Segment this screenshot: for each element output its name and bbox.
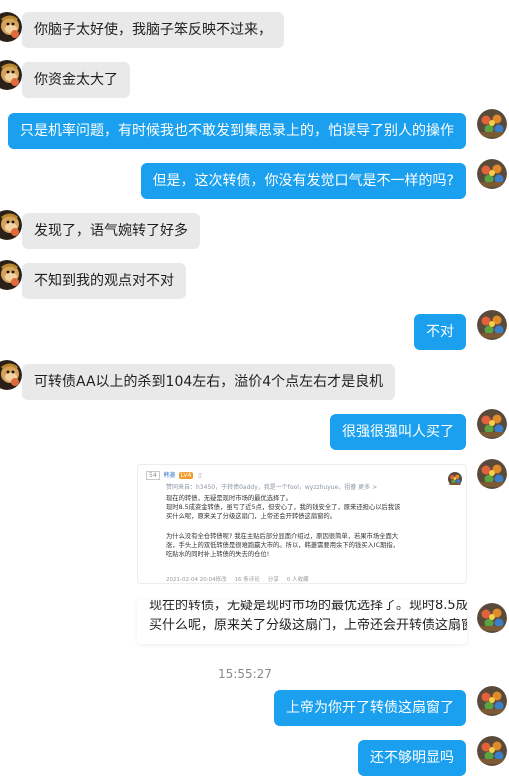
- outgoing-message[interactable]: 但是，这次转债，你没有发觉口气是不一样的吗?: [140, 163, 466, 199]
- screenshot-likes: 赞同来自：h3450，于转债0addy，我是一个fool，wyzzhuyue，祖…: [166, 484, 378, 491]
- screenshot-line: 吃贴水的同时补上转债的失去的仓位!: [166, 551, 270, 558]
- screenshot-meta: 2021-02-04 20:04修改 16 条评论 分享 0 人收藏: [166, 577, 309, 583]
- post-thumbnail: [448, 471, 462, 485]
- gourds-avatar-icon[interactable]: [477, 686, 507, 716]
- incoming-message[interactable]: 不知到我的观点对不对: [22, 263, 186, 299]
- screenshot-line: 现在的转债，无疑是现时市场的最优选择了。: [166, 495, 292, 502]
- timestamp: 15:55:27: [218, 667, 272, 681]
- outgoing-message[interactable]: 不对: [414, 314, 466, 350]
- quoted-text-cut: 现在的转债，无疑是现时市场的最优选择了。现时8.5成资金转债，虽亏了近5点，但安…: [149, 600, 467, 613]
- incoming-message[interactable]: 你资金太大了: [22, 62, 130, 98]
- monkey-avatar-icon[interactable]: [0, 12, 22, 42]
- gourds-avatar-icon[interactable]: [477, 159, 507, 189]
- monkey-avatar-icon[interactable]: [0, 360, 22, 390]
- screenshot-header: 54 韩菱 LV4 ▯: [146, 470, 202, 480]
- gourds-avatar-icon[interactable]: [477, 109, 507, 139]
- gourds-avatar-icon[interactable]: [477, 736, 507, 766]
- monkey-avatar-icon[interactable]: [0, 60, 22, 90]
- quoted-text-message[interactable]: 现在的转债，无疑是现时市场的最优选择了。现时8.5成资金转债，虽亏了近5点，但安…: [137, 600, 467, 644]
- outgoing-message[interactable]: 上帝为你开了转债这扇窗了: [274, 690, 466, 726]
- gourds-avatar-icon[interactable]: [477, 603, 507, 633]
- monkey-avatar-icon[interactable]: [0, 210, 22, 240]
- post-user: 韩菱: [163, 472, 176, 479]
- quoted-text: 买什么呢，原来关了分级这扇门，上帝还会开转债这扇窗的。: [149, 618, 467, 633]
- outgoing-message[interactable]: 还不够明显吗: [358, 740, 466, 776]
- screenshot-image[interactable]: 54 韩菱 LV4 ▯ 赞同来自：h3450，于转债0addy，我是一个fool，wy…: [137, 464, 467, 584]
- outgoing-message[interactable]: 只是机率问题，有时候我也不敢发到集思录上的，怕误导了别人的操作: [8, 113, 466, 149]
- post-number: 54: [146, 471, 160, 480]
- level-badge: LV4: [178, 472, 194, 479]
- gourds-avatar-icon[interactable]: [477, 459, 507, 489]
- monkey-avatar-icon[interactable]: [0, 260, 22, 290]
- gourds-avatar-icon[interactable]: [477, 409, 507, 439]
- screenshot-line: 现时8.5成资金转债，虽亏了近5点，但安心了，我的钱安全了，原来还担心以后我该: [166, 504, 401, 511]
- phone-icon: ▯: [198, 472, 202, 479]
- screenshot-line: 买什么呢，原来关了分级这扇门，上帝还会开转债这扇窗的。: [166, 513, 337, 520]
- incoming-message[interactable]: 可转债AA以上的杀到104左右，溢价4个点左右才是良机: [22, 364, 396, 400]
- screenshot-line: 涨，手头上的双低转债是很难跑赢大市的。所以，韩菱需要用余下的钱买入IC期指，: [166, 542, 399, 549]
- incoming-message[interactable]: 发现了，语气婉转了好多: [22, 213, 200, 249]
- outgoing-message[interactable]: 很强很强叫人买了: [330, 414, 466, 450]
- incoming-message[interactable]: 你脑子太好使，我脑子笨反映不过来，: [22, 12, 284, 48]
- gourds-avatar-icon[interactable]: [477, 310, 507, 340]
- screenshot-line: 为什么没有全仓转债呢? 我在主贴后部分显面介绍过，原因很简单，若果市场全面大: [166, 533, 399, 540]
